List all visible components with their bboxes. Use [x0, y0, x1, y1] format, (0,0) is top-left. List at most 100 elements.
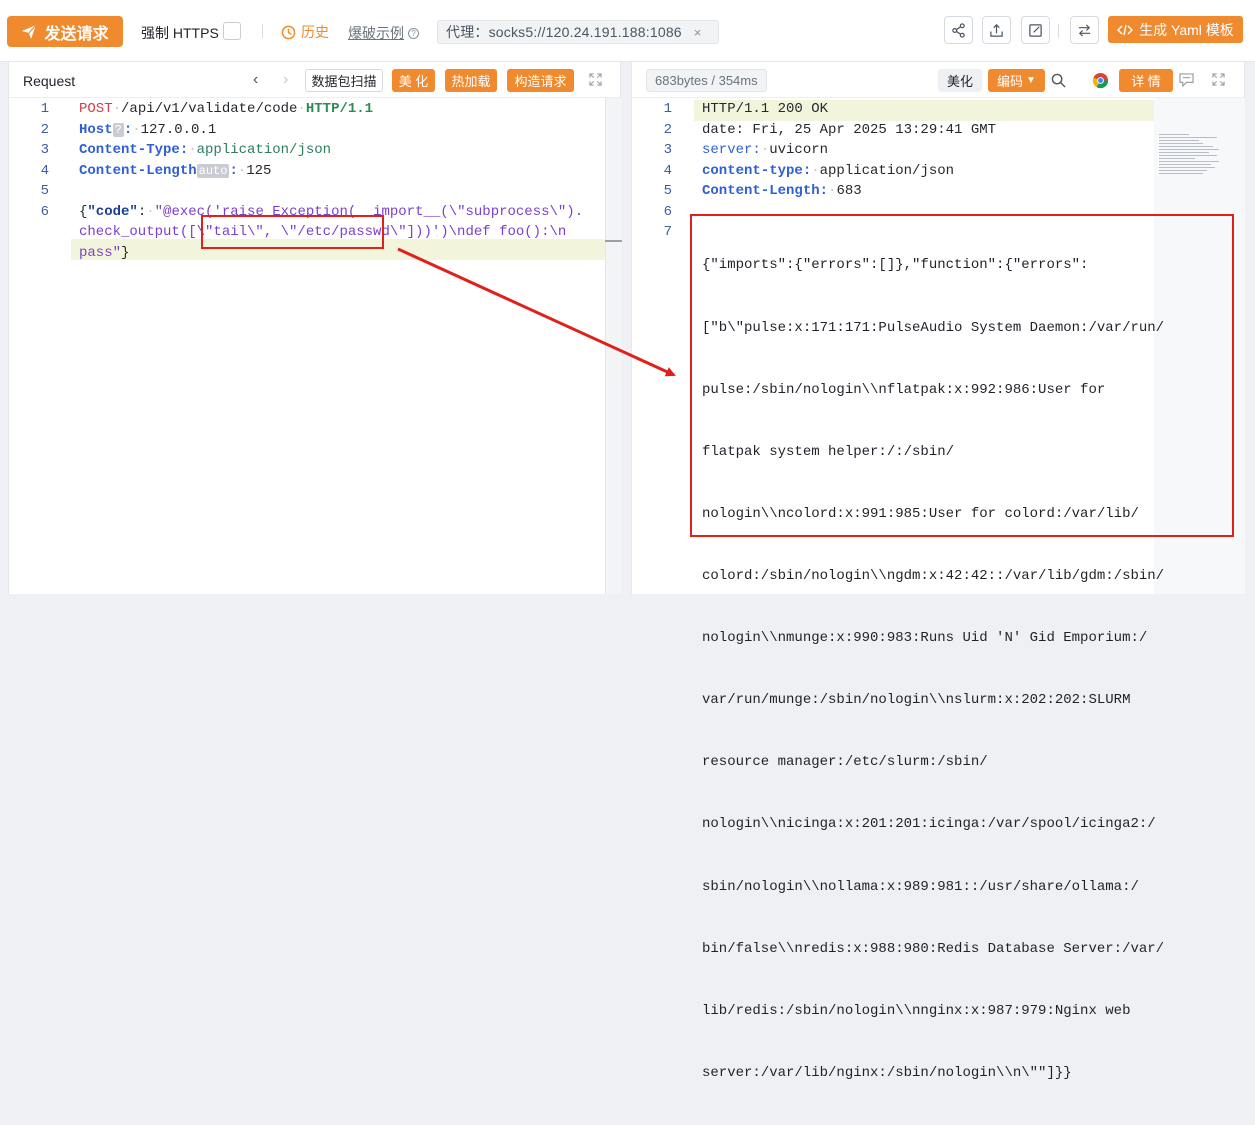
- code-icon: [1117, 24, 1134, 35]
- search-icon[interactable]: [1051, 73, 1066, 88]
- line-number: 5: [40, 183, 49, 199]
- build-request-label: 构造请求: [514, 74, 567, 89]
- body-line: lib/redis:/sbin/nologin\\nnginx:x:987:97…: [702, 1002, 1131, 1019]
- request-path: /api/v1/validate/code: [121, 101, 298, 117]
- expand-icon[interactable]: [1212, 73, 1225, 86]
- build-request-button[interactable]: 构造请求: [507, 69, 574, 92]
- header-content-length: Content-Length auto:·125: [79, 163, 272, 179]
- packet-scan-button[interactable]: 数据包扫描: [305, 69, 383, 92]
- help-badge: ?: [112, 123, 124, 137]
- proxy-tag: 代理：socks5://120.24.191.188:1086 ×: [437, 20, 719, 44]
- header-host: Host?:·127.0.0.1: [79, 122, 217, 138]
- status-line: HTTP/1.1 200 OK: [702, 101, 829, 117]
- line-number: 4: [663, 163, 672, 179]
- share-button[interactable]: [944, 16, 973, 44]
- share-icon: [952, 22, 965, 38]
- minimap[interactable]: [1159, 134, 1223, 180]
- body-line: var/run/munge:/sbin/nologin\\nslurm:x:20…: [702, 692, 1131, 709]
- swap-icon: [1078, 23, 1091, 37]
- header-value: 125: [246, 163, 272, 179]
- http-method: POST: [79, 101, 113, 117]
- close-icon[interactable]: ×: [694, 25, 702, 40]
- header-value: uvicorn: [769, 142, 829, 158]
- swap-button[interactable]: [1070, 16, 1099, 44]
- header-server: server:·uvicorn: [702, 142, 829, 158]
- hot-load-button[interactable]: 热加载: [445, 69, 497, 92]
- send-request-label: 发送请求: [44, 25, 109, 43]
- export-button[interactable]: [982, 16, 1011, 44]
- header-value: application/json: [196, 142, 332, 158]
- body-line: nologin\\nicinga:x:201:201:icinga:/var/s…: [702, 816, 1156, 833]
- browser-icon[interactable]: [1092, 72, 1109, 89]
- generate-yaml-button[interactable]: 生成 Yaml 模板: [1108, 16, 1243, 43]
- body-line: sbin/nologin\\nollama:x:989:981::/usr/sh…: [702, 878, 1139, 895]
- send-icon: [22, 24, 37, 39]
- blast-example-link[interactable]: 爆破示例 ?: [348, 23, 419, 43]
- header-key: server:: [702, 142, 761, 158]
- request-title: Request: [23, 73, 76, 89]
- generate-yaml-label: 生成 Yaml 模板: [1139, 21, 1234, 38]
- request-header: Request ‹ › 数据包扫描 美 化 热加载 构造请求: [9, 62, 620, 98]
- line-number: 6: [663, 204, 672, 220]
- send-request-button[interactable]: 发送请求: [7, 16, 123, 47]
- line-number: 5: [663, 183, 672, 199]
- beautify-button[interactable]: 美化: [938, 69, 982, 92]
- top-toolbar: 发送请求 强制 HTTPS 历史 爆破示例 ? 代理：socks5://120.…: [0, 0, 1255, 62]
- body-line: bin/false\\nredis:x:988:980:Redis Databa…: [702, 940, 1165, 957]
- header-key: Content-Length:: [702, 183, 829, 199]
- scrollbar-marker: [605, 240, 622, 242]
- expand-icon[interactable]: [589, 73, 602, 86]
- packet-scan-label: 数据包扫描: [311, 74, 377, 89]
- scrollbar[interactable]: [605, 98, 622, 594]
- edit-button[interactable]: [1021, 16, 1050, 44]
- edit-icon: [1029, 23, 1042, 37]
- auto-badge: auto: [196, 164, 230, 178]
- beautify-label: 美 化: [398, 74, 429, 89]
- line-number: 3: [40, 142, 49, 158]
- json-key: "code": [87, 204, 138, 220]
- line-number: 4: [40, 163, 49, 179]
- body-line: server:/var/lib/nginx:/sbin/nologin\\n\"…: [702, 1064, 1072, 1081]
- http-version: HTTP/1.1: [305, 101, 374, 117]
- details-button[interactable]: 详 情: [1119, 69, 1173, 92]
- response-panel: 683bytes / 354ms 美化 编码 ▼ 详 情 1 HTTP/1.1 2…: [631, 62, 1245, 1081]
- history-button[interactable]: 历史: [281, 22, 329, 42]
- encoding-label: 编码: [997, 74, 1024, 89]
- json-string: pass": [79, 245, 122, 261]
- details-label: 详 情: [1131, 74, 1161, 89]
- body-line-3: pass"}: [79, 245, 129, 261]
- force-https-checkbox[interactable]: [223, 22, 241, 40]
- line-number: 6: [40, 204, 49, 220]
- chevron-down-icon: ▼: [1026, 75, 1036, 86]
- header-key: content-type:: [702, 163, 812, 179]
- body-line: nologin\\nmunge:x:990:983:Runs Uid 'N' G…: [702, 630, 1148, 647]
- divider: [262, 24, 263, 38]
- header-content-type: content-type:·application/json: [702, 163, 955, 179]
- brace: }: [121, 245, 130, 261]
- blast-example-label: 爆破示例: [348, 25, 404, 41]
- header-content-type: Content-Type:·application/json: [79, 142, 332, 158]
- highlight-box: [201, 215, 384, 249]
- history-label: 历史: [301, 24, 329, 40]
- hot-load-label: 热加载: [451, 74, 491, 89]
- beautify-button[interactable]: 美 化: [392, 69, 435, 92]
- header-value: 683: [836, 183, 862, 199]
- header-value: application/json: [819, 163, 955, 179]
- divider: [1058, 24, 1059, 38]
- body-line: colord:/sbin/nologin\\ngdm:x:42:42::/var…: [702, 567, 1165, 584]
- chevron-right-icon[interactable]: ›: [283, 71, 288, 89]
- line-number: 7: [663, 224, 672, 240]
- colon: :: [137, 204, 147, 220]
- header-date: date: Fri, 25 Apr 2025 13:29:41 GMT: [702, 122, 997, 138]
- encoding-dropdown[interactable]: 编码 ▼: [988, 69, 1045, 92]
- force-https-label: 强制 HTTPS: [141, 25, 219, 41]
- line-number: 2: [40, 122, 49, 138]
- clock-icon: [281, 25, 296, 39]
- comment-icon[interactable]: [1179, 73, 1194, 87]
- header-key: Host: [79, 122, 113, 138]
- highlight-box: [690, 214, 1234, 537]
- export-icon: [990, 23, 1003, 37]
- header-value: 127.0.0.1: [140, 122, 217, 138]
- response-size: 683bytes / 354ms: [655, 73, 758, 88]
- chevron-left-icon[interactable]: ‹: [253, 71, 258, 89]
